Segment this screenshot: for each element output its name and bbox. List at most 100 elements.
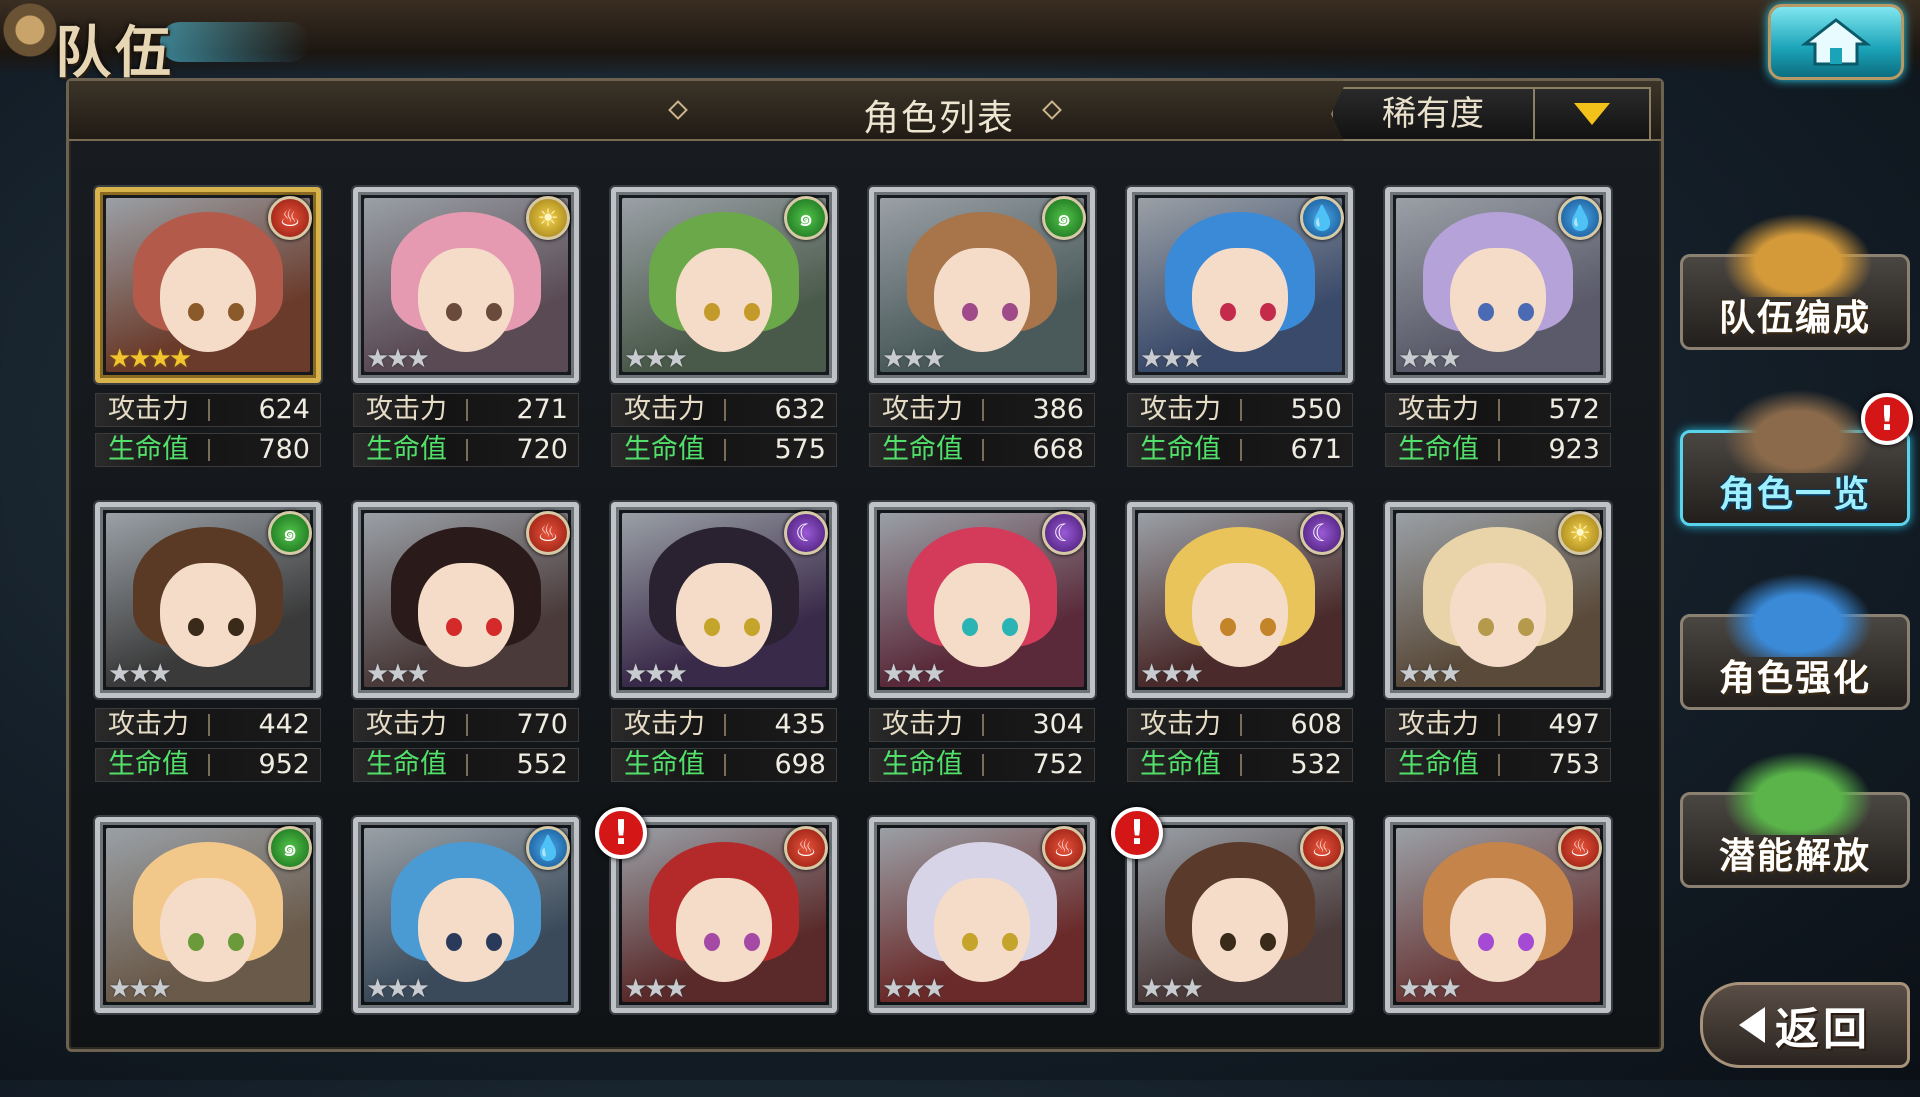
character-card[interactable]: ๑ ★★★ 攻击力 632 生命值 575: [611, 187, 837, 467]
attack-label: 攻击力: [366, 394, 447, 425]
hp-value: 698: [774, 749, 826, 780]
character-portrait[interactable]: 💧 ★★★: [353, 817, 579, 1013]
character-portrait[interactable]: ๑ ★★★: [95, 817, 321, 1013]
attack-value: 435: [774, 709, 826, 740]
rarity-stars-icon: ★★★: [1140, 344, 1204, 374]
sort-dropdown[interactable]: 稀有度: [1331, 87, 1651, 141]
menu-label: 潜能解放: [1718, 836, 1871, 877]
character-face: [934, 248, 1030, 353]
character-eye: [1260, 618, 1276, 636]
character-portrait[interactable]: ☀ ★★★: [353, 187, 579, 383]
hp-value: 952: [258, 749, 310, 780]
stat-divider: [208, 714, 210, 736]
attack-value: 304: [1032, 709, 1084, 740]
character-card[interactable]: ♨ ★★★!: [1111, 807, 1353, 1097]
wind-element-icon: ๑: [268, 826, 312, 870]
home-icon: [1801, 18, 1871, 66]
rarity-stars-icon: ★★★: [366, 344, 430, 374]
character-portrait[interactable]: ♨ ★★★: [353, 502, 579, 698]
stat-divider: [1498, 439, 1500, 461]
character-eye: [1220, 303, 1236, 321]
menu-button-1[interactable]: 角色一览!: [1680, 389, 1913, 526]
attack-label: 攻击力: [1398, 709, 1479, 740]
rarity-stars-icon: ★★★: [366, 659, 430, 689]
character-card[interactable]: ☀ ★★★ 攻击力 497 生命值 753: [1385, 502, 1611, 782]
attack-stat-row: 攻击力 497: [1385, 708, 1611, 742]
back-button[interactable]: 返回: [1700, 982, 1910, 1068]
character-portrait[interactable]: ♨ ★★★: [611, 817, 837, 1013]
character-list-panel: 角色列表 稀有度 ♨ ★★★★ 攻击力 624 生命值 780 ☀ ★★★ 攻击力 271 生命值 7…: [66, 78, 1664, 1052]
attack-value: 386: [1032, 394, 1084, 425]
character-card[interactable]: ♨ ★★★: [869, 817, 1095, 1097]
character-card[interactable]: 💧 ★★★ 攻击力 550 生命值 671: [1127, 187, 1353, 467]
character-card[interactable]: ♨ ★★★★ 攻击力 624 生命值 780: [95, 187, 321, 467]
hp-value: 575: [774, 434, 826, 465]
character-card[interactable]: 💧 ★★★: [353, 817, 579, 1097]
home-button[interactable]: [1768, 4, 1904, 80]
stat-divider: [466, 754, 468, 776]
top-bar: 队伍: [0, 0, 1920, 110]
character-portrait[interactable]: ๑ ★★★: [611, 187, 837, 383]
hp-stat-row: 生命值 952: [95, 748, 321, 782]
attack-label: 攻击力: [108, 394, 189, 425]
character-portrait[interactable]: ☾ ★★★: [611, 502, 837, 698]
character-eye: [1260, 933, 1276, 951]
character-eye: [486, 618, 502, 636]
character-portrait[interactable]: ๑ ★★★: [95, 502, 321, 698]
character-card[interactable]: ☾ ★★★ 攻击力 435 生命值 698: [611, 502, 837, 782]
character-card[interactable]: ☀ ★★★ 攻击力 271 生命值 720: [353, 187, 579, 467]
rarity-stars-icon: ★★★: [882, 974, 946, 1004]
dark-element-icon: ☾: [784, 511, 828, 555]
character-face: [418, 878, 514, 983]
character-card[interactable]: ☾ ★★★ 攻击力 304 生命值 752: [869, 502, 1095, 782]
character-eye: [1518, 618, 1534, 636]
panel-title: 角色列表: [862, 98, 1015, 139]
attack-value: 442: [258, 709, 310, 740]
stat-divider: [1498, 754, 1500, 776]
fire-element-icon: ♨: [784, 826, 828, 870]
menu-button-0[interactable]: 队伍编成: [1680, 213, 1910, 350]
hp-stat-row: 生命值 532: [1127, 748, 1353, 782]
hp-label: 生命值: [1140, 434, 1221, 465]
character-portrait[interactable]: ๑ ★★★: [869, 187, 1095, 383]
hp-value: 552: [516, 749, 568, 780]
stat-divider: [1240, 754, 1242, 776]
character-portrait[interactable]: 💧 ★★★: [1385, 187, 1611, 383]
character-eye: [1002, 303, 1018, 321]
character-portrait[interactable]: 💧 ★★★: [1127, 187, 1353, 383]
character-card[interactable]: ♨ ★★★ 攻击力 770 生命值 552: [353, 502, 579, 782]
character-portrait[interactable]: ♨ ★★★: [1127, 817, 1353, 1013]
menu-button-3[interactable]: 潜能解放: [1680, 751, 1910, 888]
sort-arrow[interactable]: [1535, 89, 1649, 139]
hp-stat-row: 生命值 923: [1385, 433, 1611, 467]
hp-stat-row: 生命值 752: [869, 748, 1095, 782]
menu-art-icon: [1723, 751, 1873, 835]
character-eye: [188, 933, 204, 951]
character-face: [676, 563, 772, 668]
character-portrait[interactable]: ☾ ★★★: [1127, 502, 1353, 698]
character-eye: [1478, 618, 1494, 636]
character-portrait[interactable]: ☀ ★★★: [1385, 502, 1611, 698]
character-card[interactable]: ๑ ★★★ 攻击力 386 生命值 668: [869, 187, 1095, 467]
triangle-down-icon: [1574, 103, 1610, 125]
hp-value: 668: [1032, 434, 1084, 465]
rarity-stars-icon: ★★★: [1140, 659, 1204, 689]
character-eye: [744, 303, 760, 321]
character-portrait[interactable]: ♨ ★★★: [1385, 817, 1611, 1013]
character-eye: [1478, 933, 1494, 951]
panel-header: 角色列表 稀有度: [69, 81, 1661, 141]
character-card[interactable]: ♨ ★★★!: [595, 807, 837, 1097]
character-portrait[interactable]: ♨ ★★★★: [95, 187, 321, 383]
character-card[interactable]: ♨ ★★★: [1385, 817, 1611, 1097]
character-portrait[interactable]: ☾ ★★★: [869, 502, 1095, 698]
back-arrow-icon: [1739, 1007, 1765, 1043]
hp-label: 生命值: [624, 434, 705, 465]
menu-button-2[interactable]: 角色强化: [1680, 573, 1910, 710]
character-card[interactable]: 💧 ★★★ 攻击力 572 生命值 923: [1385, 187, 1611, 467]
character-card[interactable]: ☾ ★★★ 攻击力 608 生命值 532: [1127, 502, 1353, 782]
character-card[interactable]: ๑ ★★★ 攻击力 442 生命值 952: [95, 502, 321, 782]
attack-label: 攻击力: [624, 394, 705, 425]
character-portrait[interactable]: ♨ ★★★: [869, 817, 1095, 1013]
character-card[interactable]: ๑ ★★★: [95, 817, 321, 1097]
wind-element-icon: ๑: [784, 196, 828, 240]
